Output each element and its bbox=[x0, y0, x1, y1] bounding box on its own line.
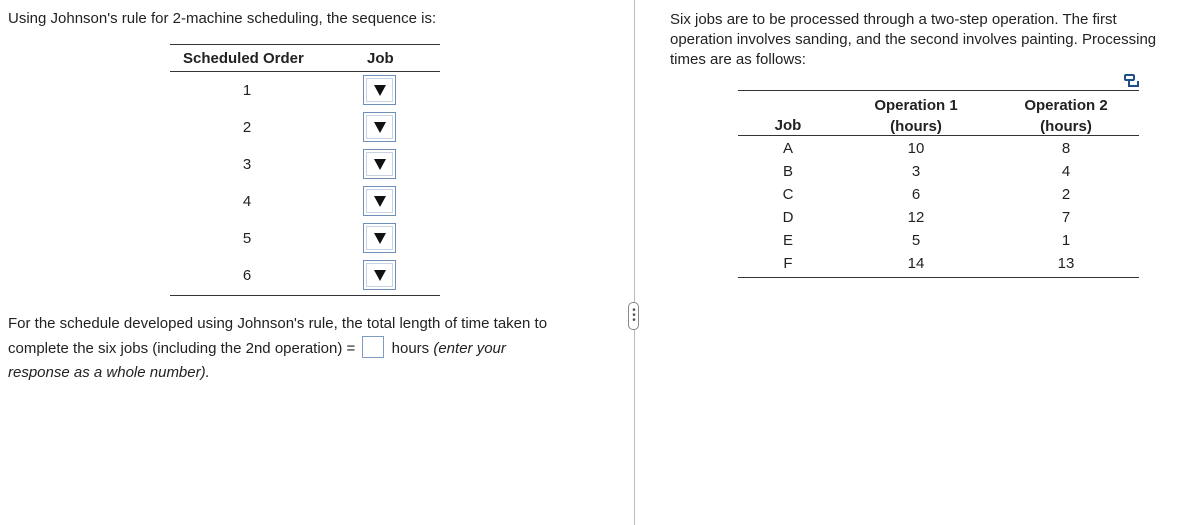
table-row: B 3 4 bbox=[738, 159, 1139, 182]
total-time-question: For the schedule developed using Johnson… bbox=[8, 312, 608, 385]
header-operation-1: Operation 1 (hours) bbox=[864, 95, 968, 137]
triangle-down-icon bbox=[374, 122, 386, 133]
processing-times-body: A 10 8 B 3 4 C 6 2 D 12 7 E 5 1 F 14 13 bbox=[738, 136, 1139, 278]
schedule-row: 4 bbox=[170, 183, 440, 220]
operation-2-cell: 13 bbox=[1057, 255, 1075, 272]
schedule-table-header: Scheduled Order Job bbox=[170, 44, 440, 72]
problem-line: times are as follows: bbox=[670, 51, 806, 68]
header-operation-2-unit: (hours) bbox=[1040, 118, 1092, 135]
scheduled-order-number: 1 bbox=[242, 82, 252, 99]
answer-hint: (enter your bbox=[433, 340, 506, 357]
header-operation-1-title: Operation 1 bbox=[874, 97, 958, 114]
operation-1-cell: 12 bbox=[907, 209, 925, 226]
operation-1-cell: 6 bbox=[911, 186, 921, 203]
table-row: E 5 1 bbox=[738, 228, 1139, 251]
schedule-row: 6 bbox=[170, 257, 440, 294]
schedule-row: 3 bbox=[170, 146, 440, 183]
job-cell: F bbox=[783, 255, 793, 272]
vertical-dots-icon: • • • bbox=[632, 305, 636, 326]
problem-statement: Six jobs are to be processed through a t… bbox=[670, 10, 1201, 70]
total-time-line1: For the schedule developed using Johnson… bbox=[8, 315, 548, 332]
table-row: C 6 2 bbox=[738, 182, 1139, 205]
job-select-1[interactable] bbox=[363, 75, 396, 105]
schedule-table: Scheduled Order Job 1 2 3 4 5 6 bbox=[170, 44, 440, 296]
scheduled-order-number: 4 bbox=[242, 193, 252, 210]
job-select-4[interactable] bbox=[363, 186, 396, 216]
job-select-6[interactable] bbox=[363, 260, 396, 290]
operation-1-cell: 3 bbox=[911, 163, 921, 180]
total-time-answer-input[interactable] bbox=[362, 336, 385, 358]
schedule-table-body: 1 2 3 4 5 6 bbox=[170, 72, 440, 296]
job-cell: C bbox=[782, 186, 794, 203]
operation-2-cell: 1 bbox=[1061, 232, 1071, 249]
hours-unit: hours bbox=[391, 340, 430, 357]
header-operation-2: Operation 2 (hours) bbox=[1014, 95, 1118, 137]
schedule-row: 1 bbox=[170, 72, 440, 109]
schedule-row: 5 bbox=[170, 220, 440, 257]
header-job: Job bbox=[774, 117, 802, 134]
job-cell: E bbox=[782, 232, 793, 249]
operation-2-cell: 7 bbox=[1061, 209, 1071, 226]
answer-hint-cont: response as a whole number). bbox=[8, 364, 210, 381]
table-row: D 12 7 bbox=[738, 205, 1139, 228]
job-select-3[interactable] bbox=[363, 149, 396, 179]
scheduled-order-number: 6 bbox=[242, 267, 252, 284]
job-cell: A bbox=[782, 140, 793, 157]
pane-divider bbox=[634, 0, 635, 525]
header-job: Job bbox=[367, 50, 394, 67]
scheduled-order-number: 3 bbox=[242, 156, 252, 173]
operation-2-cell: 8 bbox=[1061, 140, 1071, 157]
triangle-down-icon bbox=[374, 270, 386, 281]
schedule-row: 2 bbox=[170, 109, 440, 146]
question-intro: Using Johnson's rule for 2-machine sched… bbox=[8, 10, 437, 27]
job-select-5[interactable] bbox=[363, 223, 396, 253]
total-time-prompt: complete the six jobs (including the 2nd… bbox=[8, 340, 356, 357]
processing-times-header: Job Operation 1 (hours) Operation 2 (hou… bbox=[738, 90, 1139, 136]
operation-1-cell: 10 bbox=[907, 140, 925, 157]
header-scheduled-order: Scheduled Order bbox=[183, 50, 304, 67]
job-cell: B bbox=[782, 163, 793, 180]
table-row: F 14 13 bbox=[738, 251, 1139, 274]
triangle-down-icon bbox=[374, 85, 386, 96]
problem-right-pane: Six jobs are to be processed through a t… bbox=[670, 0, 1201, 525]
operation-2-cell: 4 bbox=[1061, 163, 1071, 180]
triangle-down-icon bbox=[374, 159, 386, 170]
job-select-2[interactable] bbox=[363, 112, 396, 142]
header-operation-1-unit: (hours) bbox=[890, 118, 942, 135]
total-time-line2: complete the six jobs (including the 2nd… bbox=[8, 336, 608, 361]
triangle-down-icon bbox=[374, 196, 386, 207]
operation-2-cell: 2 bbox=[1061, 186, 1071, 203]
pane-resize-handle[interactable]: • • • bbox=[628, 302, 639, 330]
table-row: A 10 8 bbox=[738, 136, 1139, 159]
header-operation-2-title: Operation 2 bbox=[1024, 97, 1108, 114]
problem-line: Six jobs are to be processed through a t… bbox=[670, 11, 1117, 28]
job-cell: D bbox=[782, 209, 794, 226]
operation-1-cell: 5 bbox=[911, 232, 921, 249]
problem-line: operation involves sanding, and the seco… bbox=[670, 31, 1157, 48]
operation-1-cell: 14 bbox=[907, 255, 925, 272]
scheduled-order-number: 5 bbox=[242, 230, 252, 247]
processing-times-table: Job Operation 1 (hours) Operation 2 (hou… bbox=[738, 90, 1139, 278]
copy-data-icon[interactable] bbox=[1124, 74, 1140, 88]
question-left-pane: Using Johnson's rule for 2-machine sched… bbox=[0, 0, 630, 525]
scheduled-order-number: 2 bbox=[242, 119, 252, 136]
triangle-down-icon bbox=[374, 233, 386, 244]
total-time-line3: response as a whole number). bbox=[8, 361, 608, 385]
